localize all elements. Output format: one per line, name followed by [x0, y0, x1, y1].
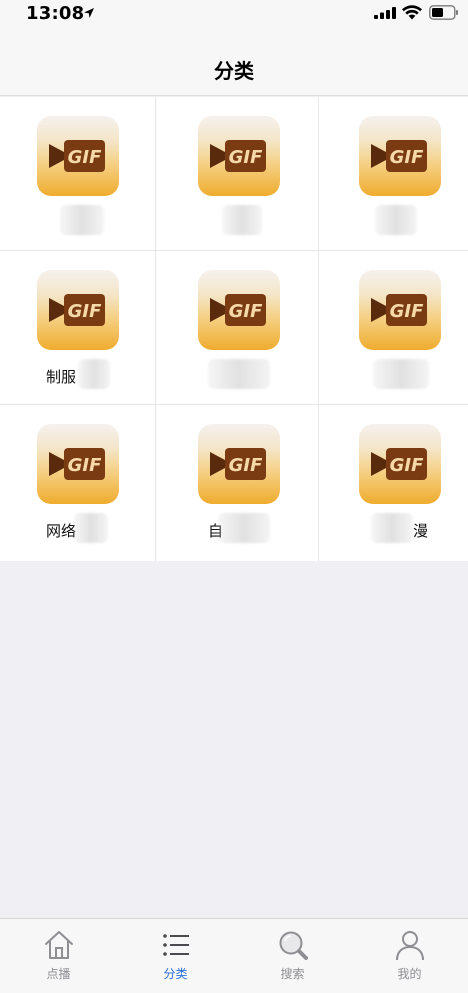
home-icon	[45, 931, 73, 959]
cellular-signal-icon	[374, 7, 396, 19]
category-label	[156, 366, 318, 386]
gif-camera-icon: GIF	[37, 424, 119, 504]
profile-icon	[396, 931, 424, 961]
svg-text:GIF: GIF	[390, 455, 424, 476]
category-item[interactable]: GIF	[156, 251, 319, 405]
gif-camera-icon: GIF	[37, 270, 119, 350]
gif-camera-icon: GIF	[198, 424, 280, 504]
blurred-label	[371, 513, 413, 543]
gif-camera-icon: GIF	[198, 116, 280, 196]
gif-camera-icon: GIF	[37, 116, 119, 196]
category-item[interactable]: GIF 自	[156, 405, 319, 561]
page-title: 分类	[214, 59, 254, 83]
search-icon	[279, 931, 308, 960]
tab-label: 我的	[397, 967, 422, 981]
status-time: 13:08	[26, 3, 85, 24]
tab-label: 点播	[46, 967, 71, 981]
category-label	[319, 212, 468, 232]
gif-camera-icon: GIF	[359, 270, 441, 350]
status-bar: 13:08	[0, 0, 468, 28]
category-item[interactable]: GIF 制服	[0, 251, 156, 405]
blurred-label	[218, 513, 270, 543]
category-item[interactable]: GIF 漫	[319, 405, 468, 561]
blurred-label	[74, 513, 108, 543]
tab-category[interactable]: 分类	[117, 919, 234, 993]
tab-search[interactable]: 搜索	[234, 919, 351, 993]
svg-text:GIF: GIF	[390, 147, 424, 168]
svg-text:GIF: GIF	[229, 455, 263, 476]
svg-text:GIF: GIF	[68, 147, 102, 168]
category-item[interactable]: GIF	[156, 97, 319, 251]
category-item[interactable]: GIF	[319, 251, 468, 405]
tab-home[interactable]: 点播	[0, 919, 117, 993]
category-item[interactable]: GIF	[0, 97, 156, 251]
category-grid: GIF GIF GIF GIF 制服 GIF GIF GIF 网络 GIF 自 …	[0, 97, 468, 561]
category-label	[0, 212, 155, 232]
location-arrow-icon	[84, 8, 94, 18]
svg-text:GIF: GIF	[390, 301, 424, 322]
tab-label: 搜索	[280, 967, 305, 981]
wifi-icon	[402, 5, 422, 20]
battery-icon	[429, 5, 458, 20]
list-icon	[163, 934, 189, 956]
svg-text:GIF: GIF	[229, 147, 263, 168]
gif-camera-icon: GIF	[359, 424, 441, 504]
gif-camera-icon: GIF	[198, 270, 280, 350]
category-label	[156, 212, 318, 232]
category-label	[319, 366, 468, 386]
svg-text:GIF: GIF	[68, 455, 102, 476]
tab-profile[interactable]: 我的	[351, 919, 468, 993]
gif-camera-icon: GIF	[359, 116, 441, 196]
tab-label: 分类	[163, 967, 188, 981]
category-item[interactable]: GIF	[319, 97, 468, 251]
svg-text:GIF: GIF	[68, 301, 102, 322]
category-item[interactable]: GIF 网络	[0, 405, 156, 561]
blurred-label	[78, 359, 110, 389]
navigation-bar: 分类	[0, 28, 468, 96]
svg-text:GIF: GIF	[229, 301, 263, 322]
tab-bar: 点播 分类 搜索 我的	[0, 918, 468, 993]
